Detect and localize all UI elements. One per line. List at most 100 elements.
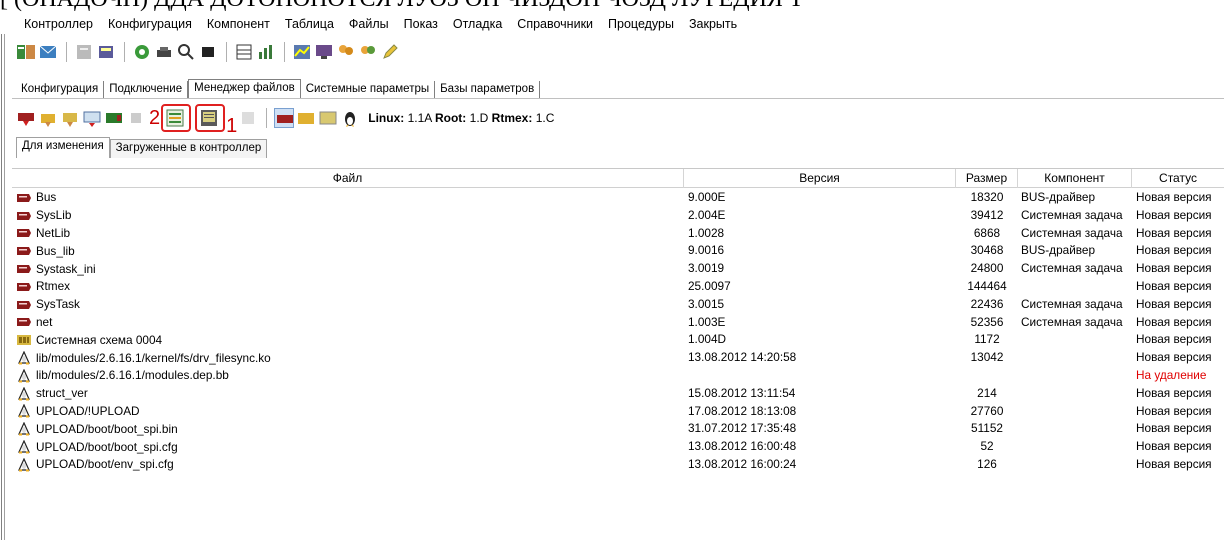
module-icon bbox=[16, 262, 32, 276]
refresh-list-icon[interactable] bbox=[165, 108, 185, 128]
col-size[interactable]: Размер bbox=[956, 169, 1018, 188]
table-row[interactable]: lib/modules/2.6.16.1/kernel/fs/drv_files… bbox=[12, 349, 1224, 367]
download-folder-icon[interactable] bbox=[38, 108, 58, 128]
table-row[interactable]: UPLOAD/boot/boot_spi.cfg 13.08.2012 16:00… bbox=[12, 438, 1224, 456]
table-row[interactable]: struct_ver 15.08.2012 13:11:54 214 Новая ве… bbox=[12, 385, 1224, 403]
menu-files[interactable]: Файлы bbox=[341, 17, 396, 31]
menu-table[interactable]: Таблица bbox=[277, 17, 341, 31]
download-module-icon[interactable] bbox=[16, 108, 36, 128]
tab-system-parameters[interactable]: Системные параметры bbox=[301, 81, 436, 98]
cell-file: Rtmex bbox=[12, 278, 684, 296]
cell-status: Новая версия bbox=[1136, 207, 1212, 222]
tab-loaded-in-controller[interactable]: Загруженные в контроллер bbox=[109, 139, 268, 158]
root-label: Root: bbox=[434, 111, 467, 125]
cell-size: 18320 bbox=[970, 190, 1004, 204]
users-icon[interactable] bbox=[336, 42, 356, 62]
linux-icon[interactable] bbox=[340, 108, 360, 128]
tab-connection[interactable]: Подключение bbox=[104, 81, 189, 98]
menu-component[interactable]: Компонент bbox=[199, 17, 277, 31]
table-row[interactable]: NetLib 1.0028 6868 Системная задача Новая ве… bbox=[12, 225, 1224, 243]
filter-table-icon[interactable] bbox=[318, 108, 338, 128]
linux-icon bbox=[16, 368, 32, 383]
filter-module-icon[interactable] bbox=[274, 108, 295, 128]
table-row[interactable]: net 1.003E 52356 Системная задача Новая верс… bbox=[12, 314, 1224, 332]
pencil-icon[interactable] bbox=[380, 42, 400, 62]
cell-file: lib/modules/2.6.16.1/modules.dep.bb bbox=[12, 367, 684, 385]
search-icon[interactable] bbox=[176, 42, 196, 62]
cell-component bbox=[1018, 385, 1132, 403]
linux-icon bbox=[16, 422, 32, 436]
table-row[interactable]: lib/modules/2.6.16.1/modules.dep.bb На уд… bbox=[12, 367, 1224, 385]
menu-close[interactable]: Закрыть bbox=[681, 17, 744, 31]
tab-parameter-bases[interactable]: Базы параметров bbox=[435, 81, 541, 98]
monitor-upload-icon[interactable] bbox=[82, 108, 102, 128]
cell-component bbox=[1018, 438, 1132, 456]
load-to-controller-icon[interactable] bbox=[199, 108, 219, 128]
cell-version: 3.0019 bbox=[688, 261, 725, 276]
cell-status: Новая версия bbox=[1136, 439, 1212, 454]
col-version[interactable]: Версия bbox=[684, 169, 956, 188]
cell-file: struct_ver bbox=[12, 385, 684, 403]
table-row[interactable]: UPLOAD/boot/boot_spi.bin 31.07.2012 17:35… bbox=[12, 420, 1224, 438]
cell-version: 1.0028 bbox=[688, 225, 725, 240]
toolbar-separator bbox=[124, 42, 126, 62]
monitor-icon[interactable] bbox=[314, 42, 334, 62]
filter-folder-icon[interactable] bbox=[296, 108, 316, 128]
cell-status: Новая версия bbox=[1136, 456, 1212, 471]
module-chip-icon[interactable] bbox=[104, 108, 124, 128]
menu-procedures[interactable]: Процедуры bbox=[600, 17, 681, 31]
col-component[interactable]: Компонент bbox=[1018, 169, 1132, 188]
main-toolbar bbox=[16, 40, 402, 64]
download-table-icon[interactable] bbox=[60, 108, 80, 128]
menu-view[interactable]: Показ bbox=[396, 17, 445, 31]
table-row[interactable]: UPLOAD/boot/env_spi.cfg 13.08.2012 16:00:… bbox=[12, 456, 1224, 474]
table-row[interactable]: SysTask 3.0015 22436 Системная задача Новая … bbox=[12, 296, 1224, 314]
cell-file: NetLib bbox=[12, 225, 684, 243]
cell-file: UPLOAD/!UPLOAD bbox=[12, 403, 684, 421]
menu-references[interactable]: Справочники bbox=[509, 17, 600, 31]
mail-config-icon[interactable] bbox=[38, 42, 58, 62]
menu-configuration[interactable]: Конфигурация bbox=[100, 17, 199, 31]
module-icon bbox=[16, 280, 32, 294]
car-icon[interactable] bbox=[154, 42, 174, 62]
cell-component: Системная задача bbox=[1021, 314, 1123, 329]
table-row[interactable]: SysLib 2.004E 39412 Системная задача Новая в… bbox=[12, 207, 1224, 225]
network-icon[interactable] bbox=[132, 42, 152, 62]
table-row[interactable]: Системная схема 0004 1.004D 1172 Новая верс… bbox=[12, 331, 1224, 349]
open-config-icon[interactable] bbox=[16, 42, 36, 62]
table-row[interactable]: Rtmex 25.0097 144464 Новая версия bbox=[12, 278, 1224, 296]
table-row[interactable]: Systask_ini 3.0019 24800 Системная задача Но… bbox=[12, 260, 1224, 278]
cell-version: 1.004D bbox=[688, 332, 727, 347]
cell-version: 15.08.2012 13:11:54 bbox=[688, 385, 796, 400]
stop-icon[interactable] bbox=[198, 42, 218, 62]
chip-tool-icon[interactable] bbox=[96, 42, 116, 62]
highlight-box-1 bbox=[195, 104, 226, 132]
table-row[interactable]: Bus 9.000E 18320 BUS-драйвер Новая версия bbox=[12, 189, 1224, 207]
cell-status: Новая версия bbox=[1136, 190, 1212, 204]
table-body: Bus 9.000E 18320 BUS-драйвер Новая версия Sys… bbox=[12, 189, 1224, 474]
tab-configuration[interactable]: Конфигурация bbox=[16, 81, 105, 98]
cell-component: Системная задача bbox=[1021, 225, 1123, 240]
file-name: Системная схема 0004 bbox=[36, 332, 163, 347]
col-status[interactable]: Статус bbox=[1132, 169, 1224, 188]
toolbar-separator bbox=[66, 42, 68, 62]
table-icon[interactable] bbox=[234, 42, 254, 62]
table-row[interactable]: Bus_lib 9.0016 30468 BUS-драйвер Новая верси… bbox=[12, 242, 1224, 260]
cell-size: 39412 bbox=[970, 207, 1004, 222]
users-group-icon[interactable] bbox=[358, 42, 378, 62]
tab-file-manager[interactable]: Менеджер файлов bbox=[188, 79, 301, 98]
files-table: Файл Версия Размер Компонент Статус Bus 9… bbox=[12, 168, 1224, 540]
menu-controller[interactable]: Контроллер bbox=[16, 17, 100, 31]
file-manager-toolbar: 2 1 Linux: 1.1A Root: 1.D Rtmex: 1.C bbox=[16, 103, 554, 137]
trend-icon[interactable] bbox=[292, 42, 312, 62]
cropped-text-fragment: [ (ОНАДОЧН) ДДА ДОТОНОНОТСЯ ЛУОЗ ОН ЧИЗД… bbox=[0, 0, 1224, 12]
table-row[interactable]: UPLOAD/!UPLOAD 17.08.2012 18:13:08 27760 Но… bbox=[12, 403, 1224, 421]
tab-for-change[interactable]: Для изменения bbox=[16, 137, 110, 158]
menu-debug[interactable]: Отладка bbox=[445, 17, 509, 31]
cell-file: Bus bbox=[12, 189, 684, 207]
linux-version: 1.1A bbox=[407, 111, 432, 125]
chart-icon[interactable] bbox=[256, 42, 276, 62]
col-file[interactable]: Файл bbox=[12, 169, 684, 188]
disabled-tool-icon[interactable] bbox=[74, 42, 94, 62]
file-name: Bus_lib bbox=[36, 243, 75, 258]
